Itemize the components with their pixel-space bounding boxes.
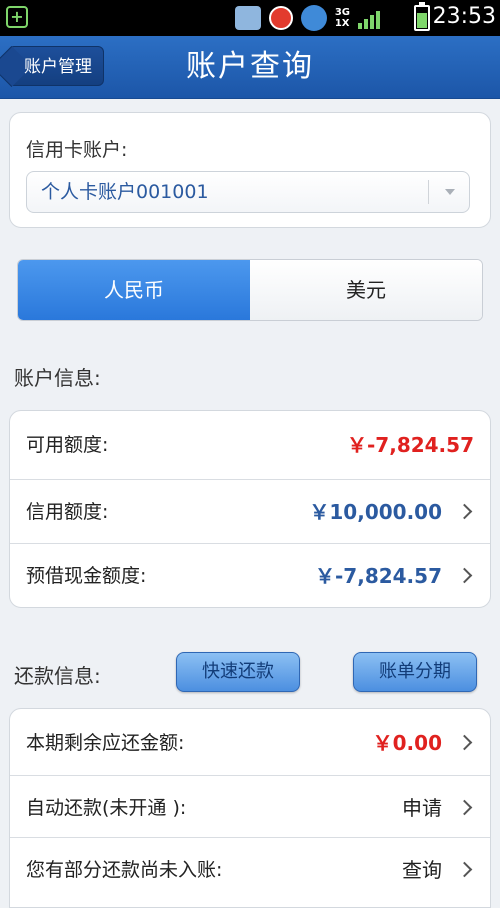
account-card: 信用卡账户: 个人卡账户001001: [9, 112, 491, 228]
list-item-remaining-due[interactable]: 本期剩余应还金额: ￥0.00: [10, 711, 490, 775]
account-label: 信用卡账户:: [26, 139, 128, 161]
chevron-right-icon: [456, 799, 473, 816]
repayment-info-title: 还款信息:: [14, 664, 101, 688]
credit-limit-value: ￥10,000.00: [309, 500, 442, 524]
battery-icon: [414, 2, 430, 31]
row-label: 预借现金额度:: [26, 565, 147, 587]
list-item-available-credit: 可用额度: ￥-7,824.57: [10, 413, 490, 477]
status-icons: 3G 1X: [234, 4, 380, 32]
chevron-right-icon: [456, 734, 473, 751]
currency-tabs: 人民币 美元: [17, 259, 483, 321]
row-label: 您有部分还款尚未入账:: [26, 859, 223, 881]
row-label: 本期剩余应还金额:: [26, 732, 185, 754]
sync-icon: [300, 5, 327, 31]
signal-icon: [358, 7, 380, 29]
account-select[interactable]: 个人卡账户001001: [26, 171, 470, 213]
quick-repay-button[interactable]: 快速还款: [176, 652, 300, 692]
account-info-title: 账户信息:: [14, 366, 101, 390]
list-item-credit-limit[interactable]: 信用额度: ￥10,000.00: [10, 479, 490, 543]
select-divider: [428, 180, 429, 204]
chevron-right-icon: [456, 503, 473, 520]
pending-payment-action: 查询: [402, 858, 442, 882]
list-item-auto-repay[interactable]: 自动还款(未开通 ): 申请: [10, 775, 490, 839]
notification-icon: +: [6, 6, 28, 28]
row-label: 自动还款(未开通 ):: [26, 797, 187, 819]
tab-rmb[interactable]: 人民币: [18, 260, 250, 320]
auto-repay-action: 申请: [402, 796, 442, 820]
dropdown-arrow-icon: [445, 189, 455, 195]
list-item-pending-payment[interactable]: 您有部分还款尚未入账: 查询: [10, 837, 490, 901]
account-select-value: 个人卡账户001001: [41, 181, 209, 203]
alarm-icon: [268, 6, 293, 30]
status-bar: + 3G 1X 23:53: [0, 0, 500, 36]
installment-button[interactable]: 账单分期: [353, 652, 477, 692]
remaining-due-value: ￥0.00: [372, 731, 442, 755]
chevron-right-icon: [456, 567, 473, 584]
row-label: 可用额度:: [26, 434, 109, 456]
tab-usd[interactable]: 美元: [250, 260, 482, 320]
row-label: 信用额度:: [26, 501, 109, 523]
network-type: 3G 1X: [334, 7, 350, 29]
back-button[interactable]: 账户管理: [0, 45, 104, 88]
header-bar: 账户查询 账户管理: [0, 36, 500, 99]
status-time: 23:53: [432, 4, 496, 29]
list-item-cash-advance[interactable]: 预借现金额度: ￥-7,824.57: [10, 543, 490, 607]
vibrate-icon: [234, 6, 261, 30]
back-button-label: 账户管理: [24, 57, 92, 77]
repayment-info-list: 本期剩余应还金额: ￥0.00 自动还款(未开通 ): 申请 您有部分还款尚未入…: [9, 708, 491, 908]
cash-advance-value: ￥-7,824.57: [315, 564, 442, 588]
available-credit-value: ￥-7,824.57: [347, 433, 474, 457]
account-info-list: 可用额度: ￥-7,824.57 信用额度: ￥10,000.00 预借现金额度…: [9, 410, 491, 608]
chevron-right-icon: [456, 861, 473, 878]
